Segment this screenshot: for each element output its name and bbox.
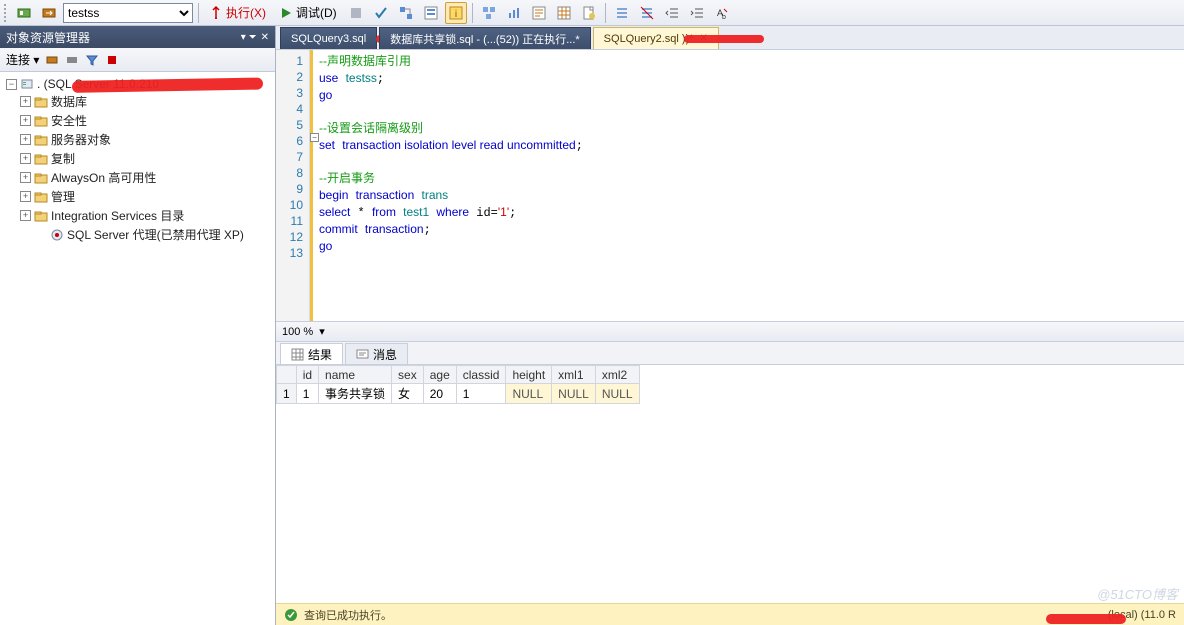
close-panel-icon[interactable]: ✕	[261, 32, 269, 43]
object-explorer-panel: 对象资源管理器 ▾ ⏷ ✕ 连接 ▾ − . (SQL Server 11.0.…	[0, 26, 276, 625]
zoom-dropdown-icon[interactable]: ▾	[319, 325, 325, 338]
change-connection-icon[interactable]	[38, 2, 60, 24]
results-tabs: 结果 消息	[276, 342, 1184, 365]
specify-values-icon[interactable]: Ab	[711, 2, 733, 24]
results-grid[interactable]: idnamesexageclassidheightxml1xml211事务共享锁…	[276, 365, 1184, 603]
tree-item-databases[interactable]: +数据库	[2, 92, 273, 111]
svg-text:i: i	[455, 9, 457, 20]
comment-icon[interactable]	[611, 2, 633, 24]
main-toolbar: testss 执行(X) 调试(D) i Ab	[0, 0, 1184, 26]
tab-shared-lock[interactable]: 数据库共享锁.sql - (...(52)) 正在执行...*	[379, 27, 590, 49]
grip	[4, 4, 8, 22]
code-content[interactable]: --声明数据库引用 use testss; go --设置会话隔离级别 set …	[310, 50, 1184, 321]
results-to-text-icon[interactable]	[528, 2, 550, 24]
object-explorer-toolbar: 连接 ▾	[0, 48, 275, 72]
server-node[interactable]: − . (SQL Server 11.0.210	[2, 76, 273, 92]
results-tab[interactable]: 结果	[280, 343, 343, 364]
tree-item-security[interactable]: +安全性	[2, 111, 273, 130]
uncomment-icon[interactable]	[636, 2, 658, 24]
debug-button[interactable]: 调试(D)	[274, 2, 342, 24]
results-to-grid-icon[interactable]	[553, 2, 575, 24]
connect-icon[interactable]	[13, 2, 35, 24]
tree-item-replication[interactable]: +复制	[2, 149, 273, 168]
tree-item-server-objects[interactable]: +服务器对象	[2, 130, 273, 149]
increase-indent-icon[interactable]	[686, 2, 708, 24]
include-plan-icon[interactable]	[478, 2, 500, 24]
execute-button[interactable]: 执行(X)	[204, 2, 271, 24]
results-to-file-icon[interactable]	[578, 2, 600, 24]
query-options-icon[interactable]	[420, 2, 442, 24]
decrease-indent-icon[interactable]	[661, 2, 683, 24]
tree-item-alwayson[interactable]: +AlwaysOn 高可用性	[2, 168, 273, 187]
success-icon	[284, 608, 298, 622]
editor-area: SQLQuery3.sql 数据库共享锁.sql - (...(52)) 正在执…	[276, 26, 1184, 625]
stop-icon[interactable]	[345, 2, 367, 24]
messages-tab[interactable]: 消息	[345, 343, 408, 364]
estimated-plan-icon[interactable]	[395, 2, 417, 24]
pin-icon[interactable]: ▾ ⏷	[241, 32, 257, 43]
status-message: 查询已成功执行。	[304, 607, 392, 623]
parse-icon[interactable]	[370, 2, 392, 24]
disconnect-icon[interactable]	[65, 53, 79, 67]
line-gutter: 12345678910111213	[276, 50, 310, 321]
status-bar: 查询已成功执行。 (local) (11.0 R	[276, 603, 1184, 625]
zoom-bar: 100 % ▾	[276, 322, 1184, 342]
connect-dropdown[interactable]: 连接 ▾	[6, 51, 39, 68]
zoom-level[interactable]: 100 %	[282, 326, 313, 338]
stop-refresh-icon[interactable]	[105, 53, 119, 67]
tree-item-sql-agent[interactable]: SQL Server 代理(已禁用代理 XP)	[2, 225, 273, 244]
tab-sqlquery2[interactable]: SQLQuery2.sql ))* ✕	[593, 27, 719, 49]
include-stats-icon[interactable]	[503, 2, 525, 24]
object-explorer-title-bar: 对象资源管理器 ▾ ⏷ ✕	[0, 26, 275, 48]
svg-text:b: b	[722, 14, 726, 21]
intellisense-icon[interactable]: i	[445, 2, 467, 24]
object-explorer-tree[interactable]: − . (SQL Server 11.0.210 +数据库 +安全性 +服务器对…	[0, 72, 275, 625]
filter-icon[interactable]	[85, 53, 99, 67]
sql-editor[interactable]: 12345678910111213 − --声明数据库引用 use testss…	[276, 50, 1184, 322]
tree-item-integration-services[interactable]: +Integration Services 目录	[2, 206, 273, 225]
document-tabs: SQLQuery3.sql 数据库共享锁.sql - (...(52)) 正在执…	[276, 26, 1184, 50]
refresh-icon[interactable]	[45, 53, 59, 67]
database-select[interactable]: testss	[63, 3, 193, 23]
tab-sqlquery3[interactable]: SQLQuery3.sql	[280, 27, 377, 49]
tree-item-management[interactable]: +管理	[2, 187, 273, 206]
